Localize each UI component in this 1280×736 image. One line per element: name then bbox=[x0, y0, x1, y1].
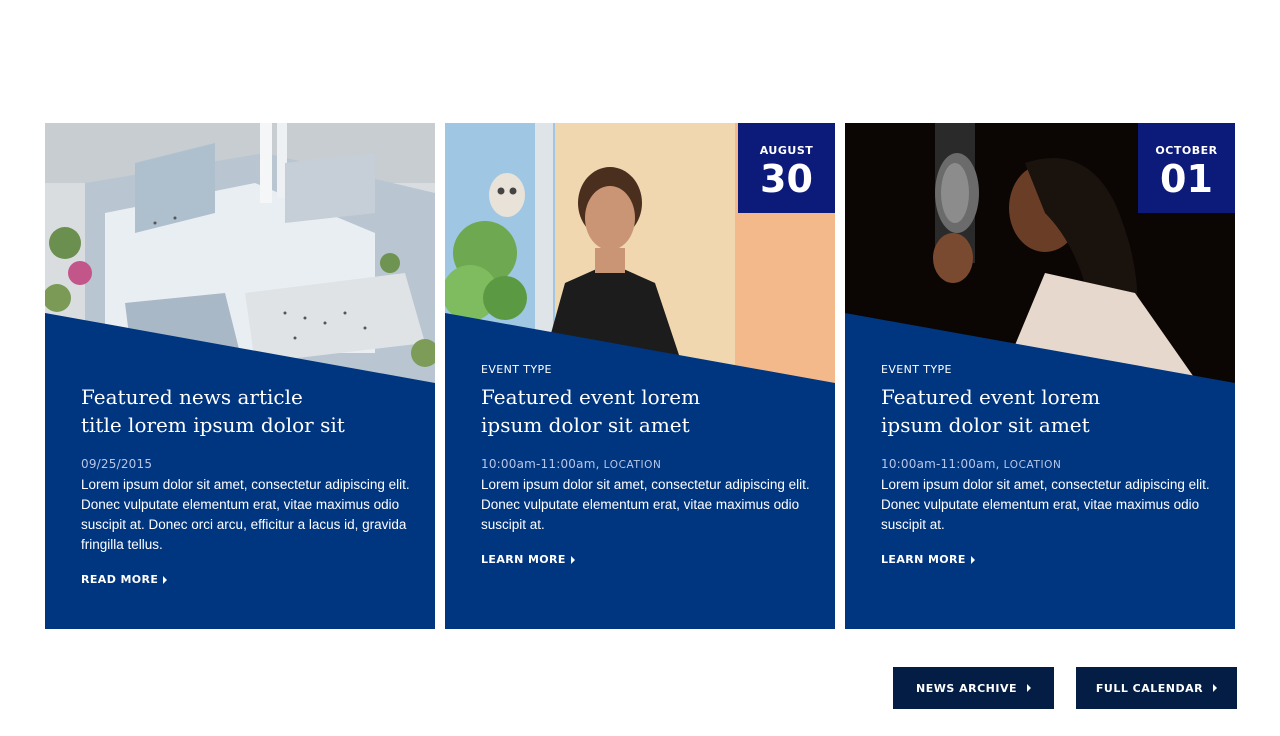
event-card-text: Lorem ipsum dolor sit amet, consectetur … bbox=[481, 477, 810, 532]
full-calendar-button[interactable]: FULL CALENDAR bbox=[1076, 667, 1237, 709]
news-archive-button[interactable]: NEWS ARCHIVE bbox=[893, 667, 1054, 709]
chevron-right-icon bbox=[1213, 684, 1218, 692]
news-card-title[interactable]: Featured news article title lorem ipsum … bbox=[81, 383, 401, 439]
date-badge: AUGUST 30 bbox=[738, 123, 835, 213]
date-badge: OCTOBER 01 bbox=[1138, 123, 1235, 213]
event-card-text: Lorem ipsum dolor sit amet, consectetur … bbox=[881, 477, 1210, 532]
learn-more-link[interactable]: LEARN MORE bbox=[481, 553, 575, 566]
news-card-text: Lorem ipsum dolor sit amet, consectetur … bbox=[81, 477, 410, 552]
event-card[interactable]: OCTOBER 01 EVENT TYPE Featured event lor… bbox=[845, 123, 1235, 629]
event-type-label: EVENT TYPE bbox=[481, 363, 552, 376]
chevron-right-icon bbox=[570, 555, 575, 564]
news-card[interactable]: Featured news article title lorem ipsum … bbox=[45, 123, 435, 629]
event-time-location: 10:00am-11:00am, LOCATION bbox=[481, 457, 662, 471]
chevron-right-icon bbox=[970, 555, 975, 564]
event-type-label: EVENT TYPE bbox=[881, 363, 952, 376]
event-time-location: 10:00am-11:00am, LOCATION bbox=[881, 457, 1062, 471]
learn-more-link[interactable]: LEARN MORE bbox=[881, 553, 975, 566]
chevron-right-icon bbox=[1027, 684, 1031, 692]
chevron-right-icon bbox=[163, 575, 168, 584]
event-card-title[interactable]: Featured event lorem ipsum dolor sit ame… bbox=[881, 383, 1201, 439]
event-card-title[interactable]: Featured event lorem ipsum dolor sit ame… bbox=[481, 383, 801, 439]
news-card-date: 09/25/2015 bbox=[81, 457, 153, 471]
read-more-link[interactable]: READ MORE bbox=[81, 573, 168, 586]
event-card[interactable]: AUGUST 30 EVENT TYPE Featured event lore… bbox=[445, 123, 835, 629]
